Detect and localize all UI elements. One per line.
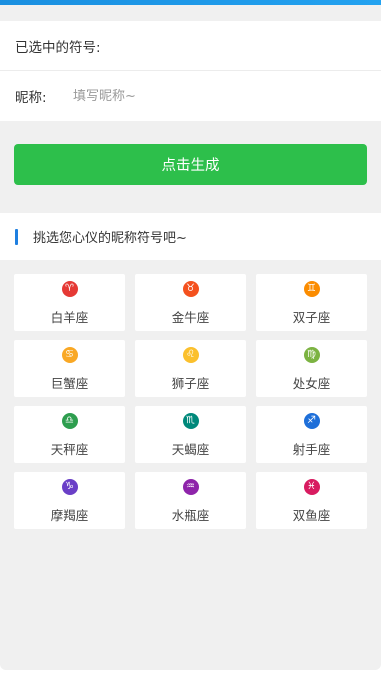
zodiac-label: 双子座 <box>292 310 331 325</box>
zodiac-card[interactable]: ♉ 金牛座 <box>135 274 246 331</box>
zodiac-label: 射手座 <box>292 442 331 457</box>
aries-icon: ♈ <box>61 281 78 297</box>
libra-icon: ♎ <box>61 413 78 429</box>
section-title: 挑选您心仪的昵称符号吧~ <box>33 231 187 246</box>
zodiac-card[interactable]: ♏ 天蝎座 <box>135 406 246 463</box>
section-accent-bar <box>15 228 18 245</box>
zodiac-card[interactable]: ♎ 天秤座 <box>14 406 125 463</box>
zodiac-card[interactable]: ♒ 水瓶座 <box>135 472 246 529</box>
virgo-icon: ♍ <box>303 347 320 363</box>
zodiac-label: 摩羯座 <box>50 508 89 523</box>
generate-button[interactable]: 点击生成 <box>14 144 367 185</box>
zodiac-label: 水瓶座 <box>171 508 210 523</box>
nickname-input[interactable] <box>73 88 323 104</box>
top-accent-bar <box>0 0 381 5</box>
zodiac-label: 双鱼座 <box>292 508 331 523</box>
aquarius-icon: ♒ <box>182 479 199 495</box>
zodiac-grid: ♈ 白羊座 ♉ 金牛座 ♊ 双子座 ♋ 巨蟹座 ♌ 狮子座 ♍ 处女座 ♎ 天秤座 ♏ 天蝎座 ♐ 射手座 ♑ 摩羯座… <box>14 274 367 529</box>
selected-symbol-row: 已选中的符号: <box>0 21 381 70</box>
scorpio-icon: ♏ <box>182 413 199 429</box>
selected-symbol-label: 已选中的符号: <box>15 39 101 56</box>
sagittarius-icon: ♐ <box>303 413 320 429</box>
zodiac-card[interactable]: ♌ 狮子座 <box>135 340 246 397</box>
zodiac-card[interactable]: ♓ 双鱼座 <box>256 472 367 529</box>
zodiac-card[interactable]: ♊ 双子座 <box>256 274 367 331</box>
nickname-label: 昵称: <box>15 90 47 106</box>
capricorn-icon: ♑ <box>61 479 78 495</box>
pisces-icon: ♓ <box>303 479 320 495</box>
nickname-row: 昵称: <box>0 71 381 121</box>
zodiac-card[interactable]: ♐ 射手座 <box>256 406 367 463</box>
zodiac-label: 天蝎座 <box>171 442 210 457</box>
zodiac-card[interactable]: ♑ 摩羯座 <box>14 472 125 529</box>
gemini-icon: ♊ <box>303 281 320 297</box>
zodiac-card[interactable]: ♈ 白羊座 <box>14 274 125 331</box>
zodiac-label: 狮子座 <box>171 376 210 391</box>
zodiac-label: 金牛座 <box>171 310 210 325</box>
taurus-icon: ♉ <box>182 281 199 297</box>
zodiac-card[interactable]: ♍ 处女座 <box>256 340 367 397</box>
zodiac-card[interactable]: ♋ 巨蟹座 <box>14 340 125 397</box>
zodiac-label: 白羊座 <box>50 310 89 325</box>
zodiac-label: 巨蟹座 <box>50 376 89 391</box>
zodiac-label: 处女座 <box>292 376 331 391</box>
cancer-icon: ♋ <box>61 347 78 363</box>
section-header: 挑选您心仪的昵称符号吧~ <box>0 213 381 260</box>
leo-icon: ♌ <box>182 347 199 363</box>
app-page: 已选中的符号: 昵称: 点击生成 挑选您心仪的昵称符号吧~ ♈ 白羊座 ♉ 金牛座 ♊ 双… <box>0 0 381 670</box>
zodiac-label: 天秤座 <box>50 442 89 457</box>
